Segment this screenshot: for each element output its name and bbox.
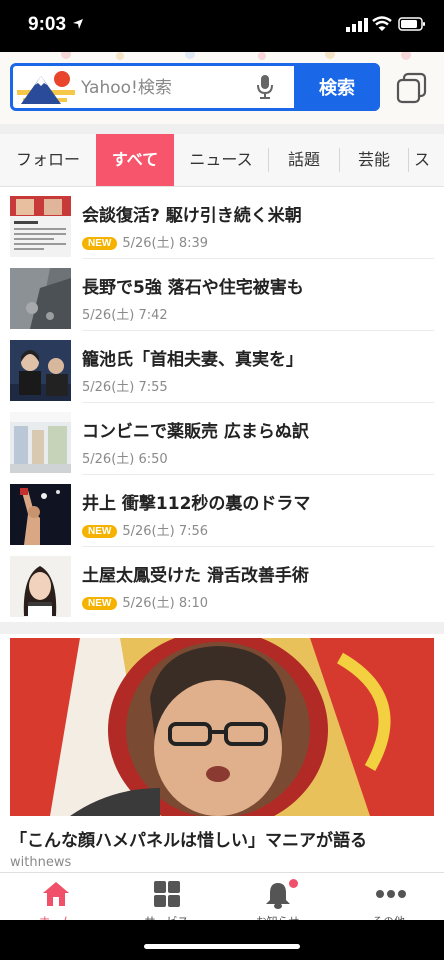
search-box: 検索 bbox=[10, 63, 380, 111]
new-badge: NEW bbox=[82, 525, 118, 538]
tab-topics[interactable]: 話題 bbox=[269, 134, 339, 186]
news-date: 5/26(土) 7:56 bbox=[122, 524, 209, 539]
news-headline: コンビニで薬販売 広まらぬ訳 bbox=[82, 422, 309, 442]
search-header: 検索 bbox=[0, 52, 444, 124]
new-badge: NEW bbox=[82, 237, 118, 250]
microphone-icon[interactable] bbox=[257, 74, 273, 100]
news-date: 5/26(土) 8:39 bbox=[122, 236, 209, 251]
news-date: 5/26(土) 7:42 bbox=[82, 308, 168, 323]
wifi-icon bbox=[372, 16, 392, 31]
news-item[interactable]: 会談復活? 駆け引き続く米朝 NEW 5/26(土) 8:39 bbox=[0, 187, 444, 259]
home-bar bbox=[0, 920, 444, 960]
tab-news[interactable]: ニュース bbox=[174, 134, 268, 186]
battery-icon bbox=[398, 17, 425, 31]
tab-entertainment[interactable]: 芸能 bbox=[340, 134, 408, 186]
news-date: 5/26(土) 8:10 bbox=[122, 596, 209, 611]
news-thumbnail bbox=[10, 196, 71, 257]
category-tabs: フォロー すべて ニュース 話題 芸能 ス bbox=[0, 134, 444, 187]
news-headline: 長野で5強 落石や住宅被害も bbox=[82, 278, 304, 298]
feature-title: 「こんな顔ハメパネルは惜しい」マニアが語る bbox=[10, 831, 367, 851]
browser-tabs-icon[interactable] bbox=[396, 72, 428, 104]
news-meta: 5/26(土) 7:55 bbox=[82, 376, 168, 395]
news-meta: NEW 5/26(土) 8:10 bbox=[82, 592, 209, 611]
tab-follow[interactable]: フォロー bbox=[0, 134, 96, 186]
search-input[interactable] bbox=[81, 74, 249, 102]
news-date: 5/26(土) 6:50 bbox=[82, 452, 168, 467]
news-headline: 籠池氏「首相夫妻、真実を」 bbox=[82, 350, 303, 370]
news-meta: 5/26(土) 7:42 bbox=[82, 304, 168, 323]
nav-more[interactable]: その他 bbox=[333, 873, 444, 921]
news-item[interactable]: コンビニで薬販売 広まらぬ訳 5/26(土) 6:50 bbox=[0, 403, 444, 475]
bell-icon bbox=[266, 883, 290, 909]
news-thumbnail bbox=[10, 412, 71, 473]
news-meta: NEW 5/26(土) 8:39 bbox=[82, 232, 209, 251]
news-item[interactable]: 籠池氏「首相夫妻、真実を」 5/26(土) 7:55 bbox=[0, 331, 444, 403]
bottom-nav: ホーム サービス お知らせ その他 bbox=[0, 872, 444, 921]
feature-image bbox=[10, 638, 434, 816]
news-headline: 土屋太鳳受けた 滑舌改善手術 bbox=[82, 566, 309, 586]
feature-article[interactable]: 「こんな顔ハメパネルは惜しい」マニアが語る withnews bbox=[0, 634, 444, 872]
feature-source: withnews bbox=[10, 855, 72, 870]
tab-sports[interactable]: ス bbox=[414, 134, 444, 186]
nav-home[interactable]: ホーム bbox=[0, 873, 111, 921]
location-arrow-icon bbox=[73, 19, 83, 29]
news-thumbnail bbox=[10, 340, 71, 401]
cellular-signal-icon bbox=[346, 18, 368, 32]
home-icon bbox=[43, 882, 69, 906]
news-thumbnail bbox=[10, 268, 71, 329]
nav-notifications[interactable]: お知らせ bbox=[222, 873, 333, 921]
news-item[interactable]: 長野で5強 落石や住宅被害も 5/26(土) 7:42 bbox=[0, 259, 444, 331]
news-thumbnail bbox=[10, 484, 71, 545]
grid-icon bbox=[154, 881, 180, 907]
news-meta: 5/26(土) 6:50 bbox=[82, 448, 168, 467]
notification-dot bbox=[289, 879, 298, 888]
news-item[interactable]: 井上 衝撃112秒の裏のドラマ NEW 5/26(土) 7:56 bbox=[0, 475, 444, 547]
new-badge: NEW bbox=[82, 597, 118, 610]
news-item[interactable]: 土屋太鳳受けた 滑舌改善手術 NEW 5/26(土) 8:10 bbox=[0, 547, 444, 619]
header-separator bbox=[0, 124, 444, 134]
news-meta: NEW 5/26(土) 7:56 bbox=[82, 520, 209, 539]
news-date: 5/26(土) 7:55 bbox=[82, 380, 168, 395]
news-headline: 井上 衝撃112秒の裏のドラマ bbox=[82, 494, 311, 514]
status-time: 9:03 bbox=[28, 14, 67, 35]
yahoo-mount-fuji-logo-icon bbox=[17, 71, 75, 104]
tab-all[interactable]: すべて bbox=[96, 134, 174, 186]
tab-divider bbox=[408, 148, 409, 172]
news-thumbnail bbox=[10, 556, 71, 617]
news-headline: 会談復活? 駆け引き続く米朝 bbox=[82, 206, 302, 226]
more-icon bbox=[376, 890, 406, 898]
home-indicator[interactable] bbox=[144, 944, 300, 949]
status-bar: 9:03 bbox=[0, 0, 444, 52]
section-separator bbox=[0, 622, 444, 634]
search-button[interactable]: 検索 bbox=[294, 63, 380, 111]
nav-services[interactable]: サービス bbox=[111, 873, 222, 921]
